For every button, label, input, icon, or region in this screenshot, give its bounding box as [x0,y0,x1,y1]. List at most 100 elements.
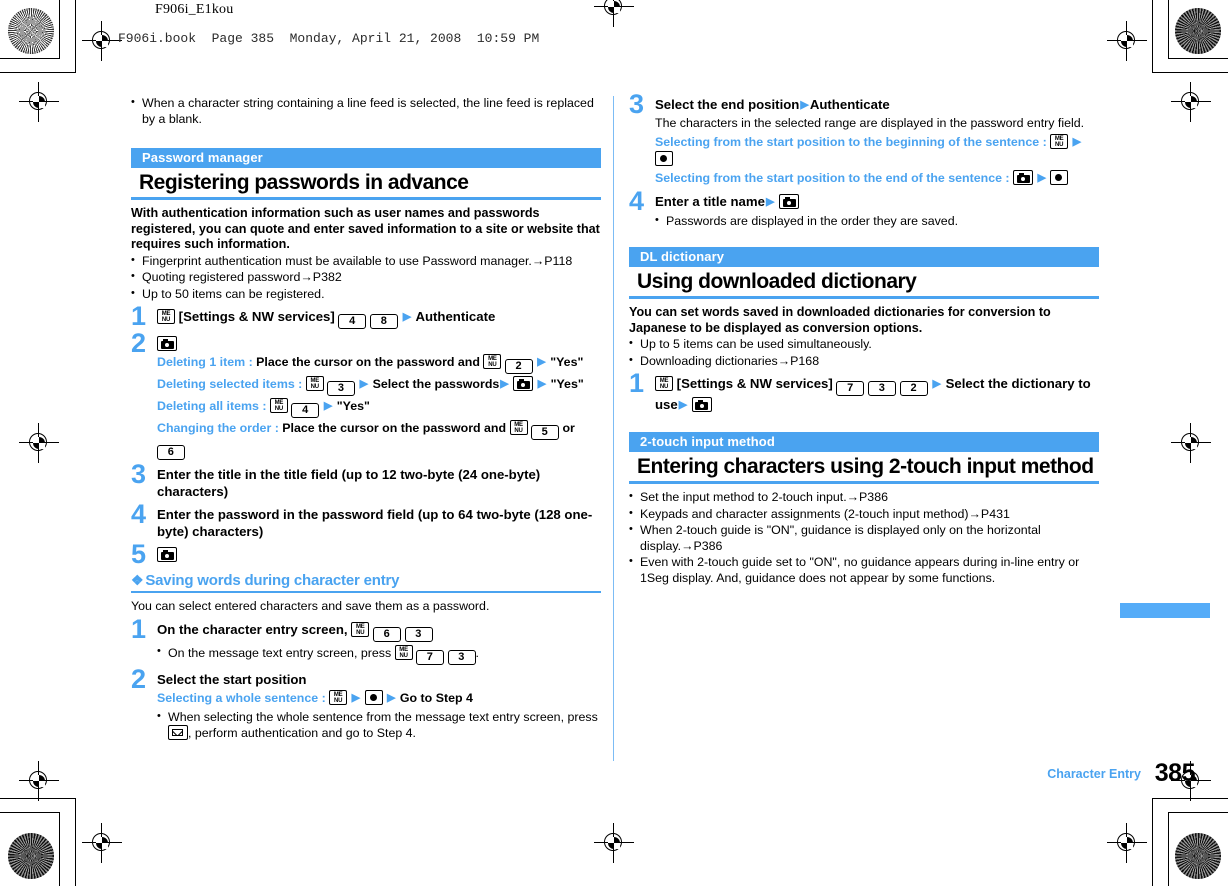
step-body: On the character entry screen, ME NU 6 3 [157,621,601,642]
step-number: 3 [131,459,147,490]
step-3-continued: 3 Select the end position▶Authenticate T… [629,91,1099,187]
caption-label: Changing the order : [157,421,279,436]
step-number: 4 [131,499,147,530]
menu-key-icon: ME NU [1050,133,1069,149]
step-text: [Settings & NW services] [178,309,335,325]
step-number: 1 [131,301,147,332]
footer-chapter-name: Character Entry [1047,767,1141,781]
section-dl-dictionary: DL dictionary Using downloaded dictionar… [629,247,1099,414]
camera-key-icon [157,547,177,563]
step-tail: Authenticate [809,97,890,112]
right-column: 3 Select the end position▶Authenticate T… [629,91,1099,587]
arrow-icon: ▶ [537,356,546,369]
subsection-title-text: Saving words during character entry [145,572,400,590]
sub-step-1: 1 On the character entry screen, ME NU 6 … [131,615,601,665]
menu-key-icon: ME NU [483,354,502,370]
step-body: Enter the title in the title field (up t… [157,467,541,500]
step-2: 2 Deleting 1 item : Place the cursor on … [131,330,601,461]
camera-key-icon [157,336,177,352]
step-number: 1 [629,368,645,399]
key-3-icon: 3 [404,626,433,642]
caption-tail: "Yes" [550,377,584,392]
step-body: ME NU [Settings & NW services] 4 8 ▶ Auth… [157,308,601,330]
footer-page-number: 385 [1154,759,1196,787]
section-lead: You can set words saved in downloaded di… [629,305,1051,335]
arrow-icon: ▶ [678,399,688,412]
section-tag: Password manager [131,148,601,168]
arrow-icon: ▶ [359,378,369,391]
bullet-text: On the message text entry screen, press [168,645,392,660]
key-8-icon: 8 [370,314,399,330]
caption-body: Place the cursor on the password and [256,355,480,370]
caption-mid: or [562,421,575,436]
step-caption: Selecting a whole sentence : ME NU ▶ ▶ Go… [157,689,601,707]
step-4-continued: 4 Enter a title name▶ Passwords are disp… [629,187,1099,230]
section-title: Entering characters using 2-touch input … [629,452,1099,485]
arrow-icon: ▶ [1072,135,1082,148]
menu-key-icon: ME NU [394,644,413,660]
section-bullet: Quoting registered password→P382 [131,269,601,286]
caption-tail: "Yes" [336,399,370,414]
arrow-icon: ▶ [800,99,809,111]
arrow-icon: ▶ [386,691,396,704]
camera-key-icon [779,193,800,209]
arrow-icon: ▶ [402,311,412,324]
step-bullet: When selecting the whole sentence from t… [157,709,601,742]
key-3-icon: 3 [868,381,897,397]
step-bullet: On the message text entry screen, press … [157,644,601,665]
section-2-touch-input: 2-touch input method Entering characters… [629,432,1099,586]
center-select-key-icon [655,150,673,166]
caption-tail: Go to Step 4 [399,690,473,705]
section-bullet: Up to 5 items can be used simultaneously… [629,336,1099,353]
step-text: Enter a title name [655,193,765,209]
caption-label: Selecting a whole sentence : [157,690,326,705]
key-6-icon: 6 [372,626,401,642]
dl-step-1: 1 ME NU [Settings & NW services] 7 3 2 ▶ … [629,370,1099,414]
menu-key-icon: ME NU [655,376,673,392]
menu-key-icon: ME NU [305,376,324,392]
key-5-icon: 5 [530,425,559,441]
camera-key-icon [691,397,712,413]
caption-label: Deleting 1 item : [157,355,253,370]
section-bullet: Keypads and character assignments (2-tou… [629,506,1099,523]
section-password-manager: Password manager Registering passwords i… [131,148,601,568]
step-number: 2 [131,663,147,694]
step-body [157,335,601,352]
caption-mid: Select the passwords [372,377,500,392]
step-text: [Settings & NW services] [676,376,833,392]
key-6-icon: 6 [157,445,185,461]
section-title: Registering passwords in advance [131,168,601,200]
key-3-icon: 3 [447,649,476,665]
menu-key-icon: ME NU [269,398,288,414]
step-body: ME NU [Settings & NW services] 7 3 2 ▶ Se… [655,375,1099,414]
page-body: When a character string containing a lin… [0,0,1228,886]
arrow-icon: ▶ [500,378,509,391]
step-number: 4 [629,185,645,216]
key-4-icon: 4 [338,314,367,330]
step-body: Enter the password in the password field… [157,507,593,540]
section-tag: DL dictionary [629,247,1099,267]
step-4: 4 Enter the password in the password fie… [131,501,601,540]
menu-key-icon: ME NU [509,420,528,436]
section-tag: 2-touch input method [629,432,1099,453]
bullet-text-after: . [475,645,479,660]
caption-tail: "Yes" [550,355,584,370]
arrow-icon: ▶ [351,691,361,704]
step-text: On the character entry screen, [157,621,348,637]
page-footer: Character Entry 385 [0,759,1228,792]
thumb-index-tab [1120,603,1210,618]
key-4-icon: 4 [291,403,320,419]
key-2-icon: 2 [899,381,928,397]
step-body: Enter a title name▶ [655,193,1099,211]
step-1: 1 ME NU [Settings & NW services] 4 8 ▶ Au… [131,303,601,330]
bullet-text: When selecting the whole sentence from t… [168,709,598,724]
step-caption: Changing the order : Place the cursor on… [157,420,601,461]
bullet-text-after: , perform authentication and go to Step … [188,726,416,741]
menu-key-icon: ME NU [329,689,348,705]
step-body [157,546,601,563]
caption-label: Selecting from the start position to the… [655,170,1010,185]
section-bullet: Set the input method to 2-touch input.→P… [629,489,1099,506]
step-tail: Authenticate [415,309,496,325]
step-number: 3 [629,89,645,119]
caption-body: Place the cursor on the password and [282,421,507,436]
